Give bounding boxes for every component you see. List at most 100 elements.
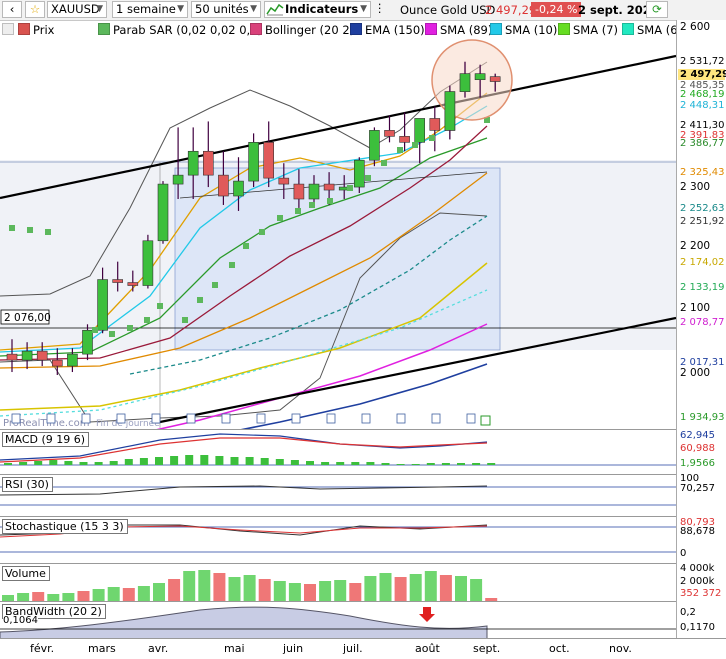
candle-body [36, 350, 48, 361]
legend-item[interactable]: SMA (89) [425, 23, 492, 37]
legend-item[interactable]: SMA (6 [622, 23, 676, 37]
macd-plot [0, 433, 676, 466]
legend-label: SMA (7) [573, 23, 619, 37]
tick-2600: 2 600 [680, 21, 711, 33]
level-label: 2 076,00 [4, 312, 51, 324]
volume-bar [439, 575, 452, 601]
bandwidth-value-1: 0,2 [680, 607, 696, 618]
arrow-down-icon [419, 607, 435, 622]
volume-bar [288, 583, 301, 601]
symbol-select[interactable]: XAUUSD ▼ [47, 1, 107, 18]
legend-item[interactable]: Prix [18, 23, 54, 37]
star-button[interactable]: ☆ [25, 1, 45, 18]
volume-bar [47, 594, 60, 601]
parabolic-sar-dot [229, 262, 235, 268]
indicators-text: Indicateurs [285, 2, 359, 16]
macd-histogram-bar [260, 458, 269, 465]
month-label: mars [88, 642, 116, 655]
macd-histogram-bar [124, 459, 133, 465]
volume-bar [319, 581, 332, 601]
volume-plot [2, 570, 498, 601]
event-marker-icon [480, 415, 491, 426]
stochastic-label[interactable]: Stochastique (15 3 3) [2, 519, 128, 534]
legend-label: Prix [33, 23, 55, 37]
volume-bar [32, 592, 45, 601]
volume-bar [107, 587, 120, 601]
watermark-eod: Fin de journée [96, 418, 160, 429]
event-marker-icon [186, 413, 196, 424]
candle-body [142, 240, 154, 286]
volume-bar [17, 593, 30, 601]
rsi-label[interactable]: RSI (30) [2, 477, 53, 492]
candle-body [459, 73, 471, 92]
stochastic-panel: Stochastique (15 3 3) [0, 516, 676, 564]
back-button[interactable]: ‹ [2, 1, 22, 18]
macd-histogram-bar [109, 461, 118, 465]
price-tag: 2 448,31 [678, 100, 725, 112]
macd-histogram-bar [170, 456, 179, 465]
units-select[interactable]: 50 unités ▼ [191, 1, 261, 18]
rsi-value-2: 70,257 [680, 483, 715, 494]
macd-histogram-bar [290, 460, 299, 465]
change-badge: -0,24 % [531, 2, 582, 17]
chevron-left-icon: ‹ [9, 2, 15, 16]
macd-histogram-bar [457, 463, 465, 465]
candle-body [399, 136, 410, 143]
legend-settings[interactable] [2, 23, 17, 37]
macd-histogram-bar [366, 462, 375, 465]
event-marker-icon [431, 413, 441, 424]
indicators-icon [266, 3, 284, 16]
volume-bar [153, 583, 165, 601]
parabolic-sar-dot [243, 243, 249, 249]
parabolic-sar-dot [109, 331, 115, 337]
candle-body [414, 118, 426, 143]
candle-body [172, 174, 184, 185]
period-select[interactable]: 1 semaine ▼ [112, 1, 188, 18]
price-chart[interactable]: 2 076,00ProRealTime.com Fin de journée [0, 38, 676, 448]
candle-body [384, 130, 395, 137]
volume-bar [258, 579, 271, 601]
price-tag: 2 386,77 [678, 138, 725, 150]
legend-item[interactable]: SMA (7) [558, 23, 618, 37]
time-axis[interactable]: févr. mars avr. mai juin juil. août sept. oct. no… [0, 638, 726, 659]
event-marker-icon [326, 413, 336, 424]
volume-bar [364, 576, 377, 601]
candle-body [97, 279, 108, 331]
legend-item[interactable]: Bollinger (20 2) [250, 23, 354, 37]
volume-value-2: 2 000k [680, 576, 715, 587]
month-label: sept. [473, 642, 501, 655]
event-marker-icon [11, 413, 21, 424]
legend-swatch-icon [490, 23, 502, 35]
volume-bar [122, 588, 135, 601]
event-marker-icon [151, 413, 161, 424]
parabolic-sar-dot [365, 175, 371, 181]
parabolic-sar-dot [327, 198, 333, 204]
volume-panel: Volume [0, 563, 676, 602]
parabolic-sar-dot [92, 327, 98, 333]
legend-item[interactable]: Parab SAR (0,02 0,02 0,2) [98, 23, 262, 37]
macd-histogram-bar [306, 461, 314, 465]
legend-item[interactable]: EMA (150) [350, 23, 425, 37]
candle-body [112, 279, 123, 283]
tick-2300: 2 300 [680, 181, 711, 193]
volume-bar [394, 577, 407, 601]
price-axis[interactable]: 2 600 2 531,72 2 497,29 2 485,35 2 468,19 2 … [676, 20, 726, 638]
parabolic-sar-dot [144, 317, 150, 323]
chevron-down-icon: ▼ [177, 4, 184, 14]
macd-histogram-bar [336, 462, 345, 465]
month-label: juil. [343, 642, 363, 655]
event-marker-icon [81, 413, 91, 424]
volume-bar [213, 573, 226, 601]
legend-item[interactable]: SMA (10) [490, 23, 557, 37]
rsi-plot [0, 485, 676, 506]
period-text: 1 semaine [116, 2, 176, 16]
macd-label[interactable]: MACD (9 19 6) [2, 432, 90, 447]
parabolic-sar-dot [397, 147, 403, 153]
volume-bar [77, 591, 90, 601]
macd-histogram-bar [472, 463, 481, 465]
refresh-button[interactable]: ⟳ [646, 1, 668, 18]
indicators-button[interactable]: Indicateurs ▼ [264, 1, 371, 18]
volume-label[interactable]: Volume [2, 566, 50, 581]
volume-bar [470, 579, 483, 601]
instrument-name: Ounce Gold USD [400, 3, 496, 17]
